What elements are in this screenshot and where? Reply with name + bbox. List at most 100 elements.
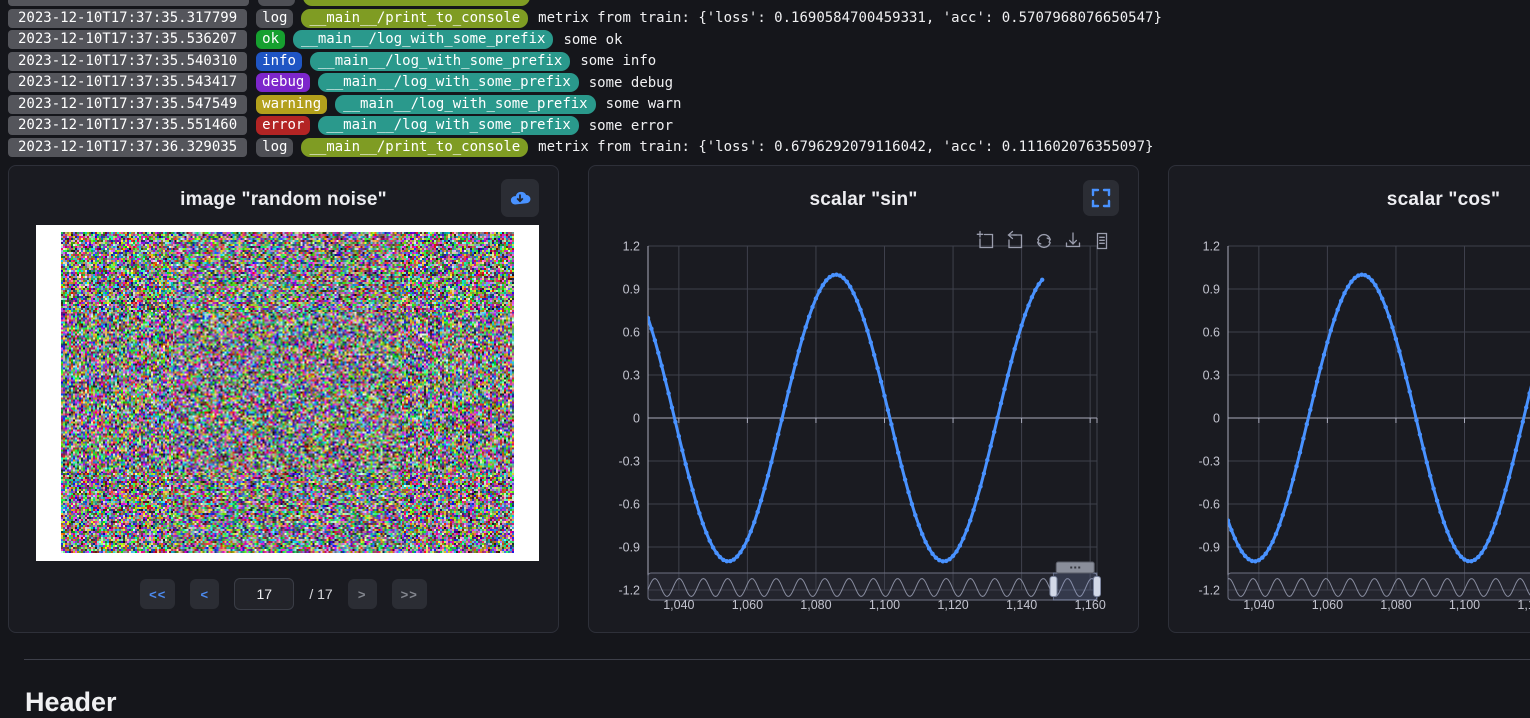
svg-text:-0.9: -0.9 <box>618 541 640 555</box>
log-message: metrix from train: {'loss': 0.6796292079… <box>538 139 1153 155</box>
log-timestamp: 2023-12-10T17:37:35.540310 <box>8 52 247 71</box>
y-axis-labels: 1.2 0.9 0.6 0.3 0 -0.3 -0.6 -0.9 -1.2 <box>1198 240 1220 598</box>
svg-text:0.6: 0.6 <box>623 326 640 340</box>
svg-text:0: 0 <box>633 412 640 426</box>
cloud-download-icon <box>508 186 532 210</box>
log-message: some debug <box>589 75 673 91</box>
prev-page-button[interactable]: < <box>190 579 219 609</box>
datazoom-slider[interactable] <box>1228 562 1530 600</box>
log-level-badge: debug <box>256 73 310 92</box>
log-level-badge: error <box>256 116 310 135</box>
log-row: 2023-12-10T17:37:35.540310 info __main__… <box>8 51 1530 73</box>
svg-text:-0.3: -0.3 <box>618 455 640 469</box>
svg-text:1,060: 1,060 <box>1312 598 1343 612</box>
log-row: 2023-12-10T17:37:36.329035 log __main__/… <box>8 137 1530 159</box>
log-row: 2023-12-10T17:37:35.543417 debug __main_… <box>8 72 1530 94</box>
svg-text:1,120: 1,120 <box>1517 598 1530 612</box>
log-message: metrix from train: {'loss': 0.1690584700… <box>538 10 1162 26</box>
last-page-button[interactable]: >> <box>392 579 427 609</box>
zoom-reset-icon[interactable] <box>1009 232 1022 248</box>
log-timestamp: 2023-12-10T17:37:35.547549 <box>8 95 247 114</box>
image-figure <box>36 225 539 561</box>
svg-text:-1.2: -1.2 <box>1198 584 1220 598</box>
save-image-icon[interactable] <box>1067 233 1080 247</box>
log-console: 2023-12-10T17:37:35.317799 log __main__/… <box>8 0 1530 158</box>
datazoom-slider[interactable] <box>648 562 1101 600</box>
log-timestamp: 2023-12-10T17:37:36.329035 <box>8 138 247 157</box>
svg-text:0.3: 0.3 <box>623 369 640 383</box>
log-source-badge: __main__/log_with_some_prefix <box>318 73 578 92</box>
svg-text:1,100: 1,100 <box>869 598 900 612</box>
log-source-badge: __main__/print_to_console <box>301 138 528 157</box>
log-level-badge: warning <box>256 95 327 114</box>
log-row: 2023-12-10T17:37:35.551460 error __main_… <box>8 115 1530 137</box>
log-row <box>8 0 1530 8</box>
svg-text:1,120: 1,120 <box>937 598 968 612</box>
log-level-badge: log <box>256 138 293 157</box>
svg-text:-0.9: -0.9 <box>1198 541 1220 555</box>
datazoom-handle-left[interactable] <box>1050 577 1057 597</box>
svg-text:1,140: 1,140 <box>1006 598 1037 612</box>
random-noise-image <box>61 232 514 553</box>
scalar-cos-card: scalar "cos" 1.20.90.60.30-0.3-0.6-0.9-1… <box>1168 165 1530 633</box>
log-source-badge: __main__/log_with_some_prefix <box>310 52 570 71</box>
log-source-badge: __main__/log_with_some_prefix <box>335 95 595 114</box>
svg-text:1.2: 1.2 <box>623 240 640 254</box>
log-message: some info <box>580 53 656 69</box>
svg-text:-1.2: -1.2 <box>618 584 640 598</box>
log-level-badge: log <box>256 9 293 28</box>
log-message: some warn <box>606 96 682 112</box>
y-axis-labels: 1.2 0.9 0.6 0.3 0 -0.3 -0.6 -0.9 -1.2 <box>618 240 640 598</box>
section-divider <box>24 659 1530 660</box>
image-card-title: image "random noise" <box>9 189 558 211</box>
log-message: some error <box>589 118 673 134</box>
svg-text:0.9: 0.9 <box>623 283 640 297</box>
log-timestamp: 2023-12-10T17:37:35.551460 <box>8 116 247 135</box>
svg-text:1,100: 1,100 <box>1449 598 1480 612</box>
svg-text:-0.3: -0.3 <box>1198 455 1220 469</box>
image-pagination: << < / 17 > >> <box>9 578 558 610</box>
page-total-label: / 17 <box>309 586 332 602</box>
svg-text:1,040: 1,040 <box>663 598 694 612</box>
log-row: 2023-12-10T17:37:35.317799 log __main__/… <box>8 8 1530 30</box>
log-timestamp: 2023-12-10T17:37:35.536207 <box>8 30 247 49</box>
first-page-button[interactable]: << <box>140 579 175 609</box>
svg-text:-0.6: -0.6 <box>1198 498 1220 512</box>
log-level-badge: ok <box>256 30 285 49</box>
svg-text:1.2: 1.2 <box>1203 240 1220 254</box>
log-row: 2023-12-10T17:37:35.547549 warning __mai… <box>8 94 1530 116</box>
markdown-heading: Header <box>25 687 117 718</box>
data-view-icon[interactable] <box>1098 234 1107 249</box>
datazoom-handle-right[interactable] <box>1094 577 1101 597</box>
datazoom-window[interactable] <box>1053 573 1097 600</box>
box-zoom-icon[interactable] <box>977 232 992 248</box>
log-level-badge <box>258 0 295 6</box>
download-image-button[interactable] <box>501 179 539 217</box>
svg-text:0.6: 0.6 <box>1203 326 1220 340</box>
svg-text:0.9: 0.9 <box>1203 283 1220 297</box>
sin-chart: 1.2 0.9 0.6 0.3 0 -0.3 -0.6 -0.9 -1.2 1,040 1,060 1… <box>589 166 1140 634</box>
log-message: some ok <box>563 32 622 48</box>
log-timestamp: 2023-12-10T17:37:35.543417 <box>8 73 247 92</box>
page-number-input[interactable] <box>234 578 294 610</box>
log-source-badge: __main__/log_with_some_prefix <box>293 30 553 49</box>
svg-text:-0.6: -0.6 <box>618 498 640 512</box>
svg-text:1,060: 1,060 <box>732 598 763 612</box>
next-page-button[interactable]: > <box>348 579 377 609</box>
log-source-badge: __main__/log_with_some_prefix <box>318 116 578 135</box>
svg-text:1,160: 1,160 <box>1075 598 1106 612</box>
cos-chart: 1.2 0.9 0.6 0.3 0 -0.3 -0.6 -0.9 -1.2 1,040 1,060 1… <box>1169 166 1530 634</box>
log-level-badge: info <box>256 52 302 71</box>
svg-text:0.3: 0.3 <box>1203 369 1220 383</box>
log-source-badge: __main__/print_to_console <box>301 9 528 28</box>
log-source-badge <box>303 0 530 6</box>
log-timestamp <box>8 0 249 6</box>
restore-icon[interactable] <box>1038 235 1050 248</box>
svg-text:0: 0 <box>1213 412 1220 426</box>
scalar-sin-card: scalar "sin" 1.20.90.60.30-0.3-0.6-0.9-1… <box>588 165 1139 633</box>
log-timestamp: 2023-12-10T17:37:35.317799 <box>8 9 247 28</box>
svg-text:1,040: 1,040 <box>1243 598 1274 612</box>
log-row: 2023-12-10T17:37:35.536207 ok __main__/l… <box>8 29 1530 51</box>
image-card: image "random noise" << < / 17 > >> <box>8 165 559 633</box>
svg-text:1,080: 1,080 <box>800 598 831 612</box>
